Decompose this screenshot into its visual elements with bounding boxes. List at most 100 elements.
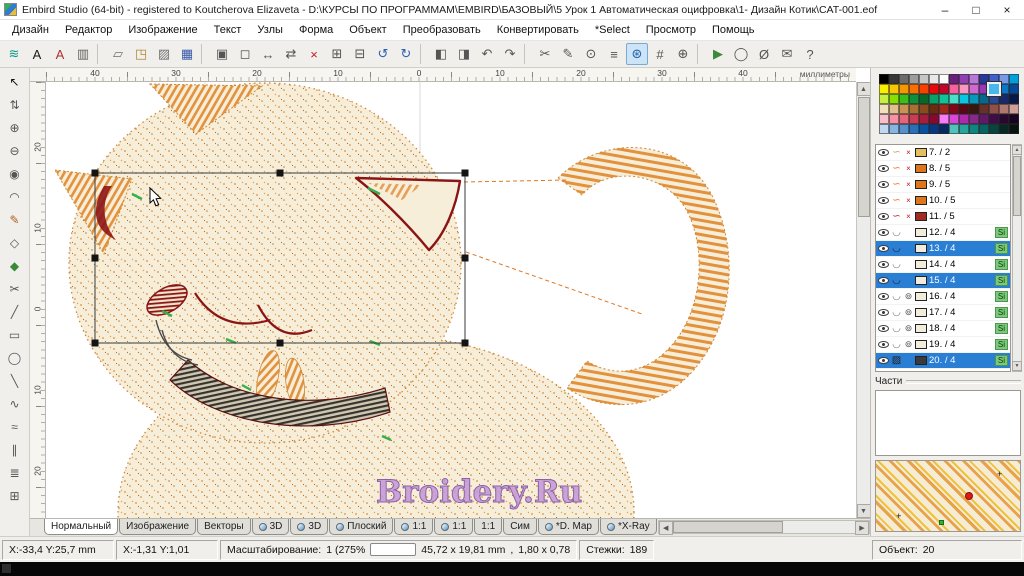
palette-color[interactable]	[889, 94, 899, 104]
satin-tool-icon[interactable]: ≣	[4, 462, 26, 484]
list-scroll-up-arrow[interactable]: ▲	[1012, 145, 1022, 155]
stitch-points-icon[interactable]: ⊛	[626, 43, 648, 65]
visibility-eye-icon[interactable]	[878, 325, 889, 332]
visibility-eye-icon[interactable]	[878, 165, 889, 172]
close-button[interactable]: ×	[994, 3, 1020, 17]
mirror-vertical-icon[interactable]: ◨	[453, 43, 475, 65]
measure-icon[interactable]: Ø	[753, 43, 775, 65]
palette-color[interactable]	[919, 84, 929, 94]
visibility-eye-icon[interactable]	[878, 229, 889, 236]
palette-color[interactable]	[979, 74, 989, 84]
select-all-icon[interactable]: ▣	[211, 43, 233, 65]
wave-tool-icon[interactable]: ≈	[4, 416, 26, 438]
edit-nodes-icon[interactable]: ✎	[557, 43, 579, 65]
grid-tool-icon[interactable]: ⊞	[4, 485, 26, 507]
object-row[interactable]: ◡14. / 4Si	[876, 257, 1010, 273]
menu-image[interactable]: Изображение	[120, 22, 205, 38]
palette-color[interactable]	[909, 84, 919, 94]
visibility-eye-icon[interactable]	[878, 341, 889, 348]
tab-1to1-b[interactable]: 1:1	[434, 519, 473, 535]
palette-color[interactable]	[919, 94, 929, 104]
menu-convert[interactable]: Конвертировать	[489, 22, 587, 38]
rotate-right-icon[interactable]: ↷	[499, 43, 521, 65]
palette-color[interactable]	[939, 94, 949, 104]
palette-color[interactable]	[919, 74, 929, 84]
visibility-eye-icon[interactable]	[878, 261, 889, 268]
visibility-eye-icon[interactable]	[878, 293, 889, 300]
palette-color[interactable]	[1009, 74, 1019, 84]
palette-color[interactable]	[919, 114, 929, 124]
palette-color[interactable]	[1009, 114, 1019, 124]
palette-color[interactable]	[1009, 124, 1019, 134]
palette-color[interactable]	[889, 74, 899, 84]
palette-color[interactable]	[959, 74, 969, 84]
visibility-eye-icon[interactable]	[878, 181, 889, 188]
ellipse-tool-icon[interactable]: ◯	[4, 347, 26, 369]
visibility-eye-icon[interactable]	[878, 213, 889, 220]
tab-sim[interactable]: Сим	[503, 519, 537, 535]
menu-shape[interactable]: Форма	[291, 22, 341, 38]
paste-icon[interactable]: ⊟	[349, 43, 371, 65]
palette-color[interactable]	[939, 84, 949, 94]
palette-color[interactable]	[879, 74, 889, 84]
new-file-icon[interactable]: ▱	[107, 43, 129, 65]
tab-dmap[interactable]: *D. Map	[538, 519, 599, 535]
rotate-left-icon[interactable]: ↶	[476, 43, 498, 65]
tab-3d-1[interactable]: 3D	[252, 519, 290, 535]
import-image-icon[interactable]: ▨	[153, 43, 175, 65]
auto-digitize-icon[interactable]: ≋	[3, 43, 25, 65]
knife-tool-icon[interactable]: ╱	[4, 301, 26, 323]
object-row[interactable]: ◡⊚18. / 4Si	[876, 321, 1010, 337]
visibility-eye-icon[interactable]	[878, 149, 889, 156]
palette-color[interactable]	[999, 74, 1009, 84]
lasso-tool-icon[interactable]: ◠	[4, 186, 26, 208]
minimize-button[interactable]: –	[932, 3, 958, 17]
object-row[interactable]: ∽×7. / 2	[876, 145, 1010, 161]
object-row[interactable]: ∽×9. / 5	[876, 177, 1010, 193]
palette-color[interactable]	[929, 94, 939, 104]
palette-color[interactable]	[999, 124, 1009, 134]
palette-color[interactable]	[999, 84, 1009, 94]
scroll-up-arrow[interactable]: ▲	[857, 82, 871, 96]
zoom-out-tool-icon[interactable]: ⊖	[4, 140, 26, 162]
palette-color[interactable]	[949, 94, 959, 104]
simulator-icon[interactable]: ▶	[707, 43, 729, 65]
menu-editor[interactable]: Редактор	[57, 22, 120, 38]
list-scroll-thumb[interactable]	[1013, 156, 1021, 216]
mail-icon[interactable]: ✉	[776, 43, 798, 65]
select-tool-icon[interactable]: ↖	[4, 71, 26, 93]
menu-transform[interactable]: Преобразовать	[395, 22, 489, 38]
menu-nodes[interactable]: Узлы	[249, 22, 291, 38]
palette-color[interactable]	[919, 124, 929, 134]
visibility-eye-icon[interactable]	[878, 309, 889, 316]
palette-color[interactable]	[969, 84, 979, 94]
palette-color[interactable]	[909, 94, 919, 104]
menu-help[interactable]: Помощь	[704, 22, 763, 38]
open-file-icon[interactable]: ◳	[130, 43, 152, 65]
palette-color[interactable]	[939, 104, 949, 114]
visibility-eye-icon[interactable]	[878, 357, 889, 364]
palette-color[interactable]	[929, 104, 939, 114]
resize-icon[interactable]: ↔	[257, 43, 279, 65]
freehand-tool-icon[interactable]: ✎	[4, 209, 26, 231]
outline-shape-tool-icon[interactable]: ◇	[4, 232, 26, 254]
palette-color[interactable]	[1009, 84, 1019, 94]
horizontal-scrollbar[interactable]: ◀ ▶	[658, 520, 870, 534]
list-scroll-down-arrow[interactable]: ▼	[1012, 361, 1022, 371]
palette-color[interactable]	[969, 104, 979, 114]
node-select-tool-icon[interactable]: ⇅	[4, 94, 26, 116]
palette-color[interactable]	[929, 124, 939, 134]
palette-color[interactable]	[959, 114, 969, 124]
palette-color[interactable]	[909, 104, 919, 114]
palette-color[interactable]	[979, 84, 989, 94]
parts-list[interactable]	[875, 390, 1021, 456]
zoom-input[interactable]	[370, 543, 416, 556]
mirror-horizontal-icon[interactable]: ◧	[430, 43, 452, 65]
palette-color[interactable]	[879, 114, 889, 124]
menu-select[interactable]: *Select	[587, 22, 638, 38]
palette-color[interactable]	[879, 94, 889, 104]
palette-color[interactable]	[979, 94, 989, 104]
monogram-tool-icon[interactable]: A	[49, 43, 71, 65]
palette-color[interactable]	[949, 74, 959, 84]
rectangle-tool-icon[interactable]: ▭	[4, 324, 26, 346]
